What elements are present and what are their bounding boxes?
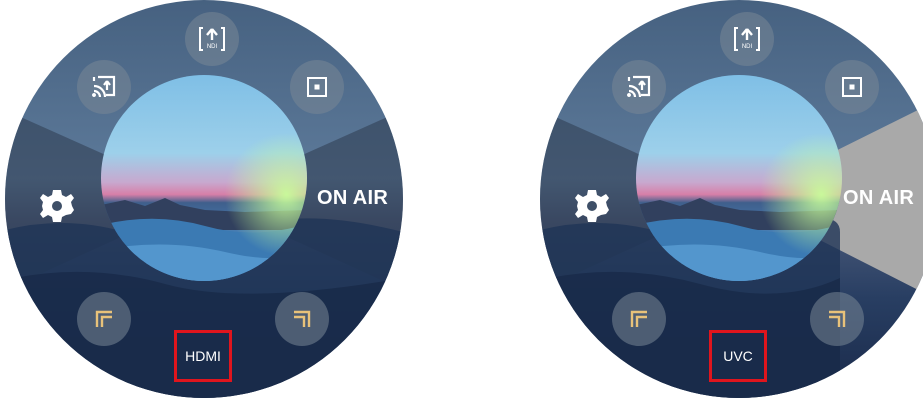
frame-corner-left-icon [630,310,647,327]
ndi-badge-text: NDI [207,44,218,50]
frame-corner-left-icon [95,310,112,327]
stop-icon [307,77,327,97]
frame-right-button[interactable] [275,292,329,346]
ndi-stream-button[interactable]: NDI [185,12,239,66]
stop-button[interactable] [825,60,879,114]
gear-icon [40,190,74,222]
settings-button[interactable] [570,184,614,228]
frame-right-button[interactable] [810,292,864,346]
stop-button[interactable] [290,60,344,114]
on-air-button[interactable]: ON AIR [317,187,388,210]
source-label: HDMI [185,348,221,364]
ndi-upload-icon: NDI [199,27,225,51]
on-air-button[interactable]: ON AIR [843,187,914,210]
stop-icon [842,77,862,97]
settings-button[interactable] [35,184,79,228]
ndi-badge-text: NDI [742,44,753,50]
gear-icon [575,190,609,222]
screen-cast-icon [627,75,651,98]
ndi-upload-icon: NDI [734,27,760,51]
control-dial-uvc: NDI ON AIR UVC [540,0,923,398]
frame-corner-right-icon [829,310,846,327]
source-label: UVC [723,348,753,364]
ndi-stream-button[interactable]: NDI [720,12,774,66]
screen-cast-button[interactable] [612,60,666,114]
source-selector-button[interactable]: HDMI [174,330,232,382]
source-selector-button[interactable]: UVC [709,330,767,382]
frame-corner-right-icon [294,310,311,327]
control-dial-hdmi: NDI ON AIR HDMI [5,0,403,398]
frame-left-button[interactable] [77,292,131,346]
screen-cast-button[interactable] [77,60,131,114]
frame-left-button[interactable] [612,292,666,346]
screen-cast-icon [92,75,116,98]
